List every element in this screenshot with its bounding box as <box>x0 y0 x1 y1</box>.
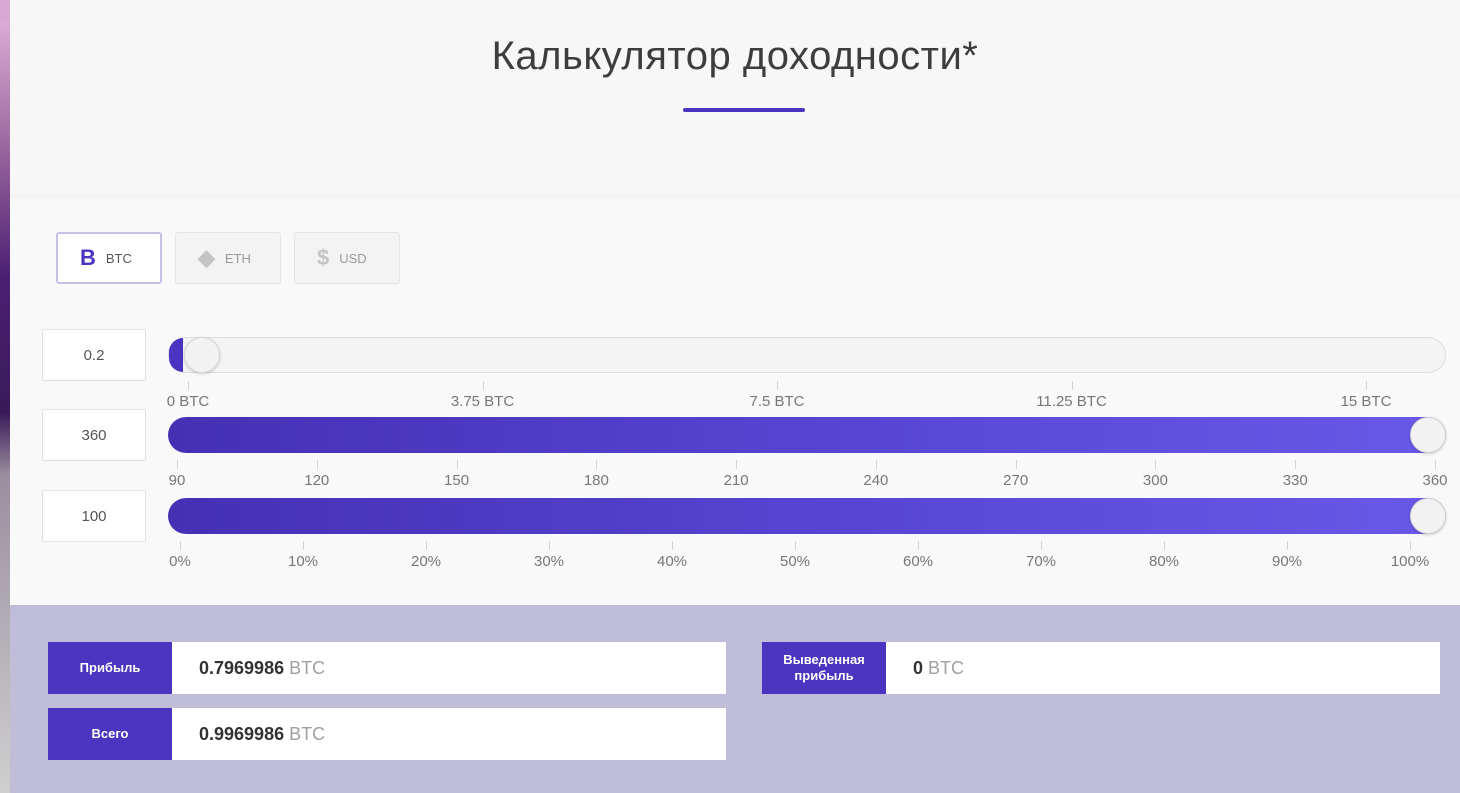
amount-slider-track[interactable] <box>168 337 1446 373</box>
tab-eth-label: ETH <box>224 250 251 266</box>
days-scale-tick <box>1015 460 1017 469</box>
days-scale-label: 240 <box>863 472 889 489</box>
days-scale-label: 90 <box>168 472 186 489</box>
withdrawn-label: Выведенная прибыль <box>762 642 886 694</box>
percent-slider-track[interactable] <box>168 498 1446 534</box>
percent-scale-tick <box>1287 541 1288 550</box>
amount-slider-scale: 0 BTC 3.75 BTC 7.5 BTC 11.25 BTC 15 BTC <box>10 381 1460 421</box>
amount-scale-label: 3.75 BTC <box>450 393 515 410</box>
days-scale-label: 330 <box>1282 472 1308 489</box>
days-scale-tick <box>456 460 458 469</box>
amount-scale-label: 15 BTC <box>1340 393 1392 410</box>
days-scale-label: 210 <box>723 472 749 489</box>
total-value-field: 0.9969986 BTC <box>172 708 726 760</box>
days-slider-scale: 90 120 150 180 210 240 270 300 330 360 <box>10 460 1460 500</box>
tab-usd[interactable]: $ USD <box>294 232 400 284</box>
days-scale-tick <box>1295 460 1297 469</box>
amount-slider-handle[interactable] <box>184 337 221 373</box>
percent-scale-label: 90% <box>1271 553 1303 570</box>
percent-scale-tick <box>180 541 181 550</box>
percent-scale-tick <box>426 541 427 550</box>
days-scale-label: 300 <box>1142 472 1168 489</box>
percent-scale-label: 70% <box>1025 553 1057 570</box>
days-scale-tick <box>1435 460 1436 469</box>
amount-slider-fill <box>169 338 183 372</box>
amount-scale-tick <box>1366 381 1367 390</box>
percent-scale-label: 100% <box>1390 553 1430 570</box>
calculator-panel: B BTC ◆ ETH $ USD 0.2 0 BTC 3.75 BTC 7.5 B… <box>10 195 1460 605</box>
days-slider-handle[interactable] <box>1410 417 1446 453</box>
calculator-page: Калькулятор доходности* B BTC ◆ ETH $ US… <box>10 0 1460 793</box>
tab-eth[interactable]: ◆ ETH <box>175 232 281 284</box>
days-scale-tick <box>1155 460 1157 469</box>
tab-usd-label: USD <box>339 250 367 266</box>
days-scale-label: 150 <box>444 472 470 489</box>
total-unit: BTC <box>289 723 326 744</box>
title-underline <box>683 108 805 112</box>
percent-scale-label: 20% <box>410 553 442 570</box>
percent-scale-tick <box>549 541 550 550</box>
withdrawn-value: 0 <box>913 657 924 678</box>
amount-scale-label: 0 BTC <box>166 393 210 410</box>
withdrawn-unit: BTC <box>928 657 965 678</box>
total-row: Всего 0.9969986 BTC <box>48 708 726 760</box>
withdrawn-row: Выведенная прибыль 0 BTC <box>762 642 1440 694</box>
profit-label: Прибыль <box>48 642 172 694</box>
tab-btc[interactable]: B BTC <box>56 232 162 284</box>
days-scale-tick <box>316 460 318 469</box>
percent-scale-label: 30% <box>533 553 565 570</box>
percent-slider-scale: 0% 10% 20% 30% 40% 50% 60% 70% 80% 90% 100% <box>10 541 1460 581</box>
percent-scale-label: 40% <box>656 553 688 570</box>
total-value: 0.9969986 <box>199 723 285 744</box>
days-scale-label: 180 <box>583 472 609 489</box>
percent-scale-label: 60% <box>902 553 934 570</box>
days-scale-label: 120 <box>304 472 330 489</box>
percent-scale-label: 50% <box>779 553 811 570</box>
percent-scale-tick <box>1041 541 1042 550</box>
bitcoin-icon: B <box>80 245 96 270</box>
percent-scale-tick <box>672 541 673 550</box>
header: Калькулятор доходности* <box>10 0 1460 195</box>
days-scale-label: 270 <box>1003 472 1029 489</box>
profit-row: Прибыль 0.7969986 BTC <box>48 642 726 694</box>
days-scale-tick <box>177 460 178 469</box>
dollar-icon: $ <box>317 245 330 270</box>
percent-slider-handle[interactable] <box>1410 498 1446 534</box>
percent-scale-tick <box>918 541 919 550</box>
profit-unit: BTC <box>289 657 326 678</box>
amount-input[interactable]: 0.2 <box>42 329 146 381</box>
percent-scale-label: 0% <box>169 553 191 570</box>
total-label: Всего <box>48 708 172 760</box>
amount-scale-label: 7.5 BTC <box>749 393 805 410</box>
amount-scale-tick <box>777 381 778 390</box>
days-slider-track[interactable] <box>168 417 1446 453</box>
percent-scale-tick <box>795 541 796 550</box>
results-panel: Прибыль 0.7969986 BTC Всего 0.9969986 BT… <box>10 605 1460 793</box>
page-title: Калькулятор доходности* <box>491 34 979 78</box>
percent-scale-label: 10% <box>287 553 319 570</box>
profit-value-field: 0.7969986 BTC <box>172 642 726 694</box>
percent-input[interactable]: 100 <box>42 490 146 542</box>
amount-scale-tick <box>482 381 484 390</box>
days-input[interactable]: 360 <box>42 409 146 461</box>
withdrawn-value-field: 0 BTC <box>886 642 1440 694</box>
percent-scale-tick <box>1164 541 1165 550</box>
percent-scale-tick <box>1410 541 1411 550</box>
days-scale-label: 360 <box>1422 472 1448 489</box>
days-scale-tick <box>596 460 598 469</box>
percent-scale-label: 80% <box>1148 553 1180 570</box>
currency-tabs: B BTC ◆ ETH $ USD <box>56 232 400 284</box>
amount-scale-label: 11.25 BTC <box>1036 393 1107 410</box>
days-scale-tick <box>875 460 877 469</box>
days-scale-tick <box>736 460 738 469</box>
amount-scale-tick <box>188 381 189 390</box>
ethereum-icon: ◆ <box>198 245 215 270</box>
tab-btc-label: BTC <box>105 250 132 266</box>
left-decoration <box>0 0 10 793</box>
percent-scale-tick <box>303 541 304 550</box>
amount-scale-tick <box>1071 381 1073 390</box>
profit-value: 0.7969986 <box>199 657 285 678</box>
